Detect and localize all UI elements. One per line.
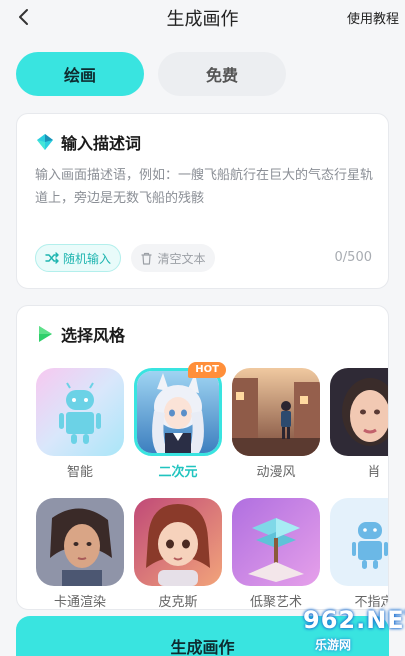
style-item-pixar[interactable]: 皮克斯	[134, 498, 222, 610]
top-bar: 生成画作 使用教程	[0, 0, 405, 36]
style-label: 动漫风	[256, 465, 296, 480]
style-label: 智能	[66, 465, 93, 480]
clear-text-label: 清空文本	[157, 251, 206, 266]
style-label: 皮克斯	[158, 595, 198, 610]
watermark-number: 962.NET	[303, 606, 405, 634]
shuffle-icon	[45, 252, 59, 264]
site-watermark: 962.NET 乐游网	[263, 606, 405, 654]
char-counter: 0/500	[334, 250, 372, 265]
style-thumb-unspecified	[330, 498, 388, 586]
style-thumb-comic	[232, 368, 320, 456]
clear-text-button[interactable]: 清空文本	[131, 244, 215, 272]
style-card: 选择风格 智能 HOT 二次元 动漫风 肖 卡通渲染 皮克斯 低聚艺术 不指	[16, 305, 389, 610]
style-thumb-low-poly	[232, 498, 320, 586]
style-label: 卡通渲染	[53, 595, 106, 610]
style-thumb-cartoon-render	[36, 498, 124, 586]
style-heading: 选择风格	[35, 322, 125, 346]
random-input-label: 随机输入	[62, 251, 111, 266]
diamond-icon	[37, 134, 53, 150]
page-title: 生成画作	[166, 9, 239, 30]
style-label: 肖	[367, 465, 381, 480]
style-heading-text: 选择风格	[61, 326, 126, 345]
prompt-heading-text: 输入描述词	[61, 134, 142, 153]
tab-free[interactable]: 免费	[158, 52, 286, 96]
style-label: 二次元	[158, 465, 198, 480]
android-robot-icon	[36, 368, 124, 456]
hot-badge: HOT	[188, 362, 226, 378]
watermark-sub: 乐游网	[315, 638, 352, 652]
style-item-anime[interactable]: HOT 二次元	[134, 362, 226, 480]
style-item-comic[interactable]: 动漫风	[232, 368, 320, 480]
prompt-heading: 输入描述词	[35, 130, 141, 154]
prompt-card: 输入描述词 输入画面描述语，例如：一艘飞船航行在巨大的气态行星轨道上，旁边是无数…	[16, 113, 389, 289]
style-thumb-portrait	[330, 368, 388, 456]
tutorial-link[interactable]: 使用教程	[347, 8, 399, 27]
trash-icon	[141, 252, 152, 265]
prompt-input[interactable]: 输入画面描述语，例如：一艘飞船航行在巨大的气态行星轨道上，旁边是无数飞船的残骸	[35, 164, 380, 210]
style-item-unspecified[interactable]: 不指定	[330, 498, 388, 609]
style-thumb-pixar	[134, 498, 222, 586]
mode-tabs: 绘画 免费	[16, 52, 286, 96]
play-triangle-icon	[39, 326, 52, 342]
tab-painting[interactable]: 绘画	[16, 52, 144, 96]
style-item-smart[interactable]: 智能	[36, 368, 124, 480]
random-input-button[interactable]: 随机输入	[35, 244, 121, 272]
style-thumb-smart	[36, 368, 124, 456]
style-item-cartoon-render[interactable]: 卡通渲染	[36, 498, 124, 610]
style-item-portrait[interactable]: 肖	[330, 368, 388, 480]
style-thumb-anime	[134, 368, 222, 456]
style-item-low-poly[interactable]: 低聚艺术	[232, 498, 320, 609]
